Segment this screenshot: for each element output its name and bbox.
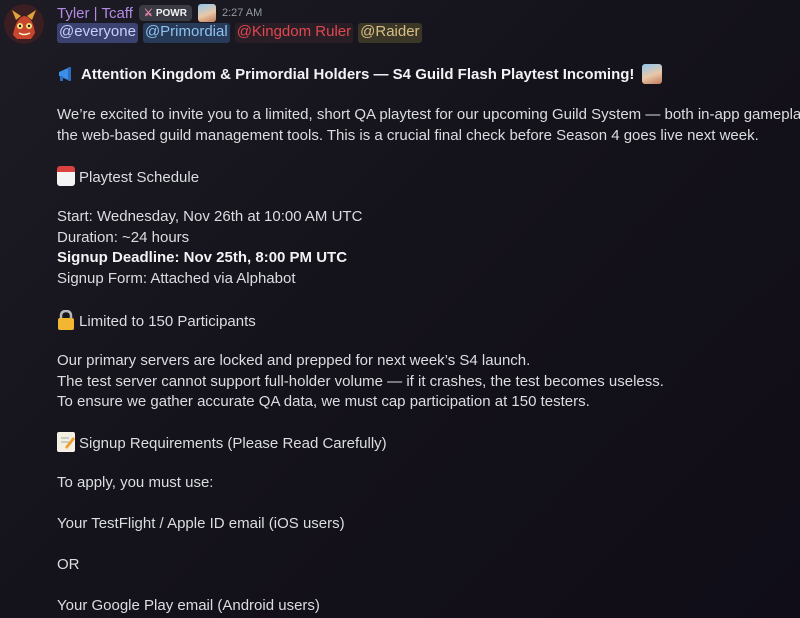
chat-message: Tyler | Tcaff ⚔ POWR 2:27 AM @everyone @… — [0, 0, 800, 618]
servers-line-2: The test server cannot support full-hold… — [57, 373, 664, 390]
ios-requirement: Your TestFlight / Apple ID email (iOS us… — [57, 515, 345, 532]
limit-heading-text: Limited to 150 Participants — [79, 313, 256, 330]
schedule-heading: Playtest Schedule — [57, 166, 199, 188]
android-requirement: Your Google Play email (Android users) — [57, 597, 320, 614]
announcement-headline: Attention Kingdom & Primordial Holders —… — [57, 64, 662, 85]
lock-icon — [57, 309, 75, 330]
schedule-start: Start: Wednesday, Nov 26th at 10:00 AM U… — [57, 208, 363, 225]
sword-icon: ⚔ — [143, 7, 153, 19]
intro-line-1: We’re excited to invite you to a limited… — [57, 106, 800, 123]
character-emoji-icon — [641, 64, 662, 84]
apply-text: To apply, you must use: — [57, 474, 214, 491]
mention-primordial[interactable]: @Primordial — [142, 23, 230, 43]
server-tag-label: POWR — [155, 7, 187, 19]
calendar-icon — [57, 166, 75, 186]
servers-line-3: To ensure we gather accurate QA data, we… — [57, 393, 590, 410]
user-avatar[interactable] — [4, 4, 44, 44]
mention-kingdom-ruler[interactable]: @Kingdom Ruler — [234, 23, 354, 43]
schedule-duration: Duration: ~24 hours — [57, 229, 190, 246]
signup-deadline: Signup Deadline: Nov 25th, 8:00 PM UTC — [57, 249, 348, 266]
requirements-heading-text: Signup Requirements (Please Read Careful… — [79, 435, 387, 452]
schedule-heading-text: Playtest Schedule — [79, 169, 200, 186]
timestamp[interactable]: 2:27 AM — [222, 7, 262, 19]
intro-line-2: the web-based guild management tools. Th… — [57, 127, 759, 144]
requirements-heading: Signup Requirements (Please Read Careful… — [57, 432, 387, 454]
mention-raider[interactable]: @Raider — [358, 23, 422, 43]
mention-everyone[interactable]: @everyone — [57, 23, 138, 43]
server-tag[interactable]: ⚔ POWR — [138, 5, 192, 21]
signup-form: Signup Form: Attached via Alphabot — [57, 270, 296, 287]
servers-line-1: Our primary servers are locked and prepp… — [57, 352, 531, 369]
limit-heading: Limited to 150 Participants — [57, 309, 256, 332]
username[interactable]: Tyler | Tcaff — [57, 5, 133, 22]
headline-text: Attention Kingdom & Primordial Holders —… — [81, 66, 635, 83]
or-text: OR — [57, 556, 80, 573]
role-icon — [197, 4, 216, 22]
mention-row: @everyone @Primordial @Kingdom Ruler @Ra… — [57, 23, 422, 43]
memo-icon — [57, 432, 75, 452]
message-header: Tyler | Tcaff ⚔ POWR 2:27 AM — [57, 4, 262, 22]
megaphone-icon — [57, 65, 77, 85]
